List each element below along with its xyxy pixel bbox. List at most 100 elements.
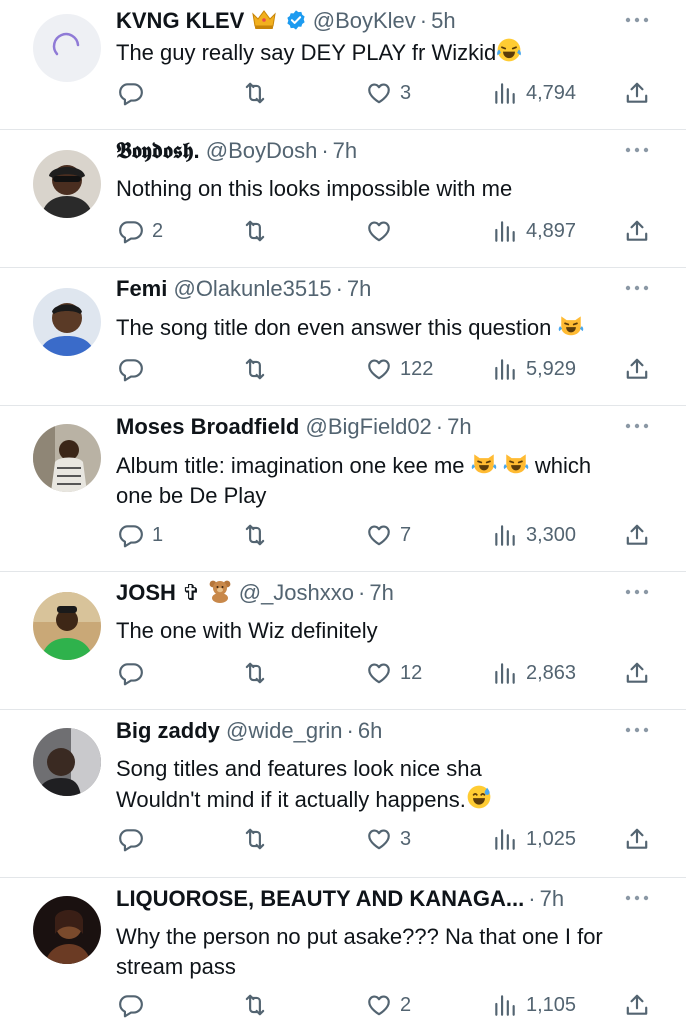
like-button[interactable]: 122 [366,354,433,384]
reply-button[interactable]: 2 [118,216,163,246]
tweet[interactable]: JOSH ✞ @_Joshxxo · 7h The one with Wiz def… [0,572,686,710]
tweet-text-line: stream pass [116,954,236,979]
timestamp[interactable]: 5h [431,8,455,33]
tweet[interactable]: LIQUOROSE, BEAUTY AND KANAGA... · 7h Why t… [0,878,686,1024]
retweet-button[interactable] [242,216,276,246]
retweet-button[interactable] [242,658,276,688]
timestamp[interactable]: 6h [358,718,382,743]
reply-button[interactable] [118,824,152,854]
display-name[interactable]: Moses Broadfield [116,414,299,439]
avatar[interactable] [33,14,101,82]
avatar[interactable] [33,424,101,492]
views-button[interactable]: 2,863 [492,658,576,688]
reply-count: 1 [152,523,164,546]
tweet[interactable]: Big zaddy @wide_grin · 6h Song titles and … [0,710,686,878]
retweet-icon [242,218,268,244]
verified-badge-icon [285,9,307,31]
handle[interactable]: @_Joshxxo [239,580,354,605]
reply-icon [118,356,144,382]
heart-icon [366,218,392,244]
more-options-icon[interactable] [624,582,650,602]
reply-button[interactable]: 1 [118,520,163,550]
share-button[interactable] [624,990,650,1020]
display-name[interactable]: LIQUOROSE, BEAUTY AND KANAGA... [116,886,524,911]
reply-icon [118,218,144,244]
share-button[interactable] [624,520,650,550]
views-icon [492,992,518,1018]
handle[interactable]: @Olakunle3515 [173,276,331,301]
share-button[interactable] [624,658,650,688]
like-button[interactable]: 3 [366,824,411,854]
tweet-header: Big zaddy @wide_grin · 6h [116,718,383,743]
heart-icon [366,522,392,548]
heart-icon [366,660,392,686]
views-button[interactable]: 5,929 [492,354,576,384]
avatar[interactable] [33,728,101,796]
views-button[interactable]: 3,300 [492,520,576,550]
reply-button[interactable] [118,354,152,384]
like-button[interactable]: 2 [366,990,411,1020]
more-options-icon[interactable] [624,416,650,436]
tweet[interactable]: KVNG KLEV @BoyKlev · 5h The guy really say… [0,0,686,130]
like-button[interactable]: 7 [366,520,411,550]
share-button[interactable] [624,78,650,108]
tweet[interactable]: Femi @Olakunle3515 · 7h The song title don… [0,268,686,406]
avatar[interactable] [33,288,101,356]
more-options-icon[interactable] [624,140,650,160]
timestamp[interactable]: 7h [447,414,471,439]
heart-icon [366,992,392,1018]
views-button[interactable]: 4,897 [492,216,576,246]
retweet-button[interactable] [242,354,276,384]
timestamp[interactable]: 7h [347,276,371,301]
laughing-cat-icon [558,312,584,338]
like-count: 12 [400,661,423,684]
views-button[interactable]: 1,025 [492,824,576,854]
more-options-icon[interactable] [624,720,650,740]
like-button[interactable]: 12 [366,658,422,688]
share-button[interactable] [624,216,650,246]
share-icon [624,826,650,852]
views-button[interactable]: 1,105 [492,990,576,1020]
views-icon [492,660,518,686]
avatar[interactable] [33,896,101,964]
share-button[interactable] [624,824,650,854]
more-options-icon[interactable] [624,10,650,30]
display-name[interactable]: Big zaddy [116,718,220,743]
display-name[interactable]: Femi [116,276,167,301]
tweet[interactable]: 𝕭𝖔𝖞𝖉𝖔𝖘𝖍. @BoyDosh · 7h Nothing on this loo… [0,130,686,268]
avatar[interactable] [33,592,101,660]
more-options-icon[interactable] [624,278,650,298]
timestamp[interactable]: 7h [333,138,357,163]
view-count: 1,025 [526,827,577,850]
avatar[interactable] [33,150,101,218]
display-name[interactable]: KVNG KLEV [116,8,244,33]
reply-icon [118,80,144,106]
timestamp[interactable]: 7h [369,580,393,605]
views-button[interactable]: 4,794 [492,78,576,108]
like-button[interactable] [366,216,400,246]
display-name[interactable]: JOSH [116,580,176,605]
handle[interactable]: @BoyKlev [313,8,416,33]
view-count: 2,863 [526,661,577,684]
like-count: 3 [400,827,412,850]
handle[interactable]: @BigField02 [306,414,432,439]
reply-button[interactable] [118,990,152,1020]
reply-button[interactable] [118,658,152,688]
retweet-button[interactable] [242,824,276,854]
retweet-button[interactable] [242,520,276,550]
more-options-icon[interactable] [624,888,650,908]
retweet-button[interactable] [242,990,276,1020]
tweet-actions: 1 7 3,300 [116,520,650,550]
tweet-actions: 3 4,794 [116,78,650,108]
reply-button[interactable] [118,78,152,108]
display-name[interactable]: 𝕭𝖔𝖞𝖉𝖔𝖘𝖍. [116,138,200,163]
tweet-text-line: The song title don even answer this ques… [116,315,552,340]
retweet-icon [242,992,268,1018]
retweet-button[interactable] [242,78,276,108]
timestamp[interactable]: 7h [540,886,564,911]
tweet[interactable]: Moses Broadfield @BigField02 · 7h Album ti… [0,406,686,572]
handle[interactable]: @BoyDosh [206,138,318,163]
like-button[interactable]: 3 [366,78,411,108]
handle[interactable]: @wide_grin [226,718,343,743]
share-button[interactable] [624,354,650,384]
